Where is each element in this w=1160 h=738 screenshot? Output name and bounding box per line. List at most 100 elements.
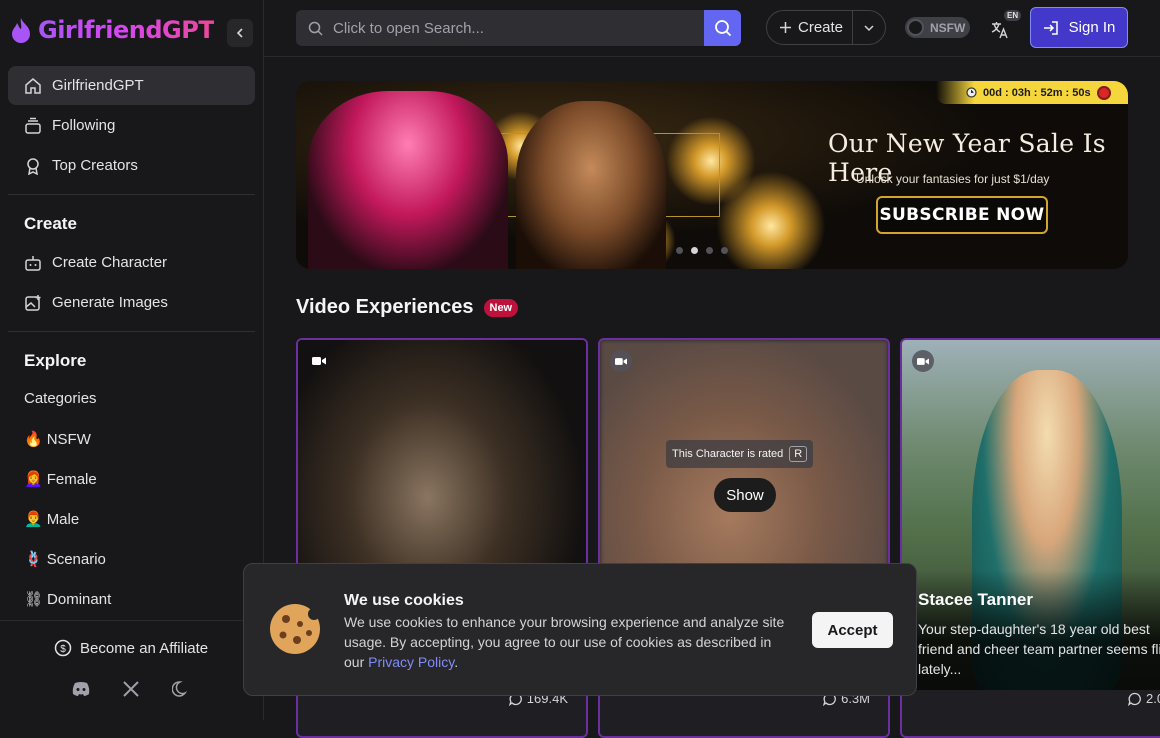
toggle-knob: [907, 19, 924, 36]
content-rating-notice: This Character is rated R: [666, 440, 814, 468]
carousel-dot[interactable]: [691, 247, 698, 254]
create-dropdown[interactable]: [853, 22, 885, 34]
sidebar-item-male[interactable]: 👨‍🦰 Male: [24, 510, 80, 529]
sidebar-item-label: Create Character: [52, 254, 168, 271]
sidebar-item-label: NSFW: [46, 430, 91, 448]
sidebar-item-label: Following: [52, 117, 116, 134]
female-icon: 👩‍🦰: [24, 471, 43, 488]
message-count: 2.0: [1128, 691, 1160, 706]
language-badge: EN: [1004, 10, 1022, 21]
cookie-text: We use cookies to enhance your browsing …: [344, 612, 794, 672]
sidebar-item-label: Male: [46, 510, 80, 528]
show-button[interactable]: Show: [714, 478, 776, 512]
subscribe-now-button[interactable]: SUBSCRIBE NOW: [876, 196, 1048, 234]
video-camera-icon: [912, 350, 934, 372]
sidebar-item-nsfw[interactable]: 🔥 NSFW: [24, 430, 91, 449]
sidebar-item-scenario[interactable]: 🪢 Scenario: [24, 550, 106, 569]
sidebar-item-home[interactable]: GirlfriendGPT: [8, 66, 255, 105]
sidebar-item-categories[interactable]: Categories: [24, 390, 97, 407]
rating-text: This Character is rated: [672, 448, 784, 460]
divider: [8, 331, 255, 332]
sidebar-item-generate-images[interactable]: Generate Images: [8, 283, 255, 322]
character-card[interactable]: Stacee Tanner Your step-daughter's 18 ye…: [900, 338, 1160, 738]
explore-section-title: Explore: [24, 351, 87, 370]
sidebar-item-create-character[interactable]: Create Character: [8, 243, 255, 282]
logo[interactable]: GirlfriendGPT: [10, 16, 215, 44]
video-camera-icon: [308, 350, 330, 372]
chevron-down-icon: [864, 24, 874, 31]
robot-icon: [24, 254, 42, 272]
language-button[interactable]: EN: [990, 10, 1022, 44]
become-affiliate-button[interactable]: $ Become an Affiliate: [54, 639, 208, 657]
section-title: Video Experiences: [296, 296, 474, 318]
flame-icon: [12, 18, 30, 43]
sidebar-item-female[interactable]: 👩‍🦰 Female: [24, 470, 97, 489]
sidebar-item-label: Scenario: [46, 550, 106, 568]
sidebar-item-label: Female: [46, 470, 97, 488]
discord-icon[interactable]: [71, 679, 91, 699]
create-button[interactable]: Create: [766, 10, 886, 45]
search-icon: [308, 21, 323, 36]
fire-icon: 🔥: [24, 431, 43, 448]
login-icon: [1043, 20, 1058, 35]
search-button[interactable]: [704, 10, 741, 46]
sidebar-item-dominant[interactable]: ⛓ Dominant: [24, 590, 112, 609]
create-section-title: Create: [24, 214, 77, 233]
carousel-dot[interactable]: [721, 247, 728, 254]
video-camera-icon: [610, 350, 632, 372]
collapse-sidebar-button[interactable]: [227, 19, 253, 47]
translate-icon: [991, 22, 1008, 39]
privacy-policy-link[interactable]: Privacy Policy: [368, 654, 454, 670]
promo-banner[interactable]: 00d : 03h : 52m : 50s Our New Year Sale …: [296, 81, 1128, 269]
divider: [8, 194, 255, 195]
nsfw-toggle-label: NSFW: [930, 20, 966, 35]
character-name: Stacee Tanner: [918, 590, 1033, 609]
chat-bubble-icon: [1128, 692, 1141, 706]
clock-icon: [966, 87, 977, 98]
sidebar-item-label: Categories: [24, 390, 97, 407]
award-icon: [24, 157, 42, 175]
search-input[interactable]: Click to open Search...: [296, 10, 704, 46]
stack-icon: [24, 117, 42, 135]
dollar-circle-icon: $: [54, 639, 72, 657]
message-count-value: 2.0: [1146, 691, 1160, 706]
home-icon: [24, 77, 42, 95]
sidebar-item-label: Dominant: [47, 590, 112, 608]
chevron-left-icon: [236, 28, 243, 38]
logo-text: GirlfriendGPT: [38, 16, 215, 44]
moon-icon[interactable]: [171, 679, 191, 699]
create-label: Create: [798, 19, 844, 36]
sidebar-item-label: Generate Images: [52, 294, 168, 311]
svg-text:$: $: [60, 644, 66, 655]
sidebar-footer: $ Become an Affiliate: [0, 620, 263, 720]
sidebar-item-label: GirlfriendGPT: [52, 77, 144, 94]
sign-in-button[interactable]: Sign In: [1030, 7, 1128, 48]
sign-in-label: Sign In: [1068, 19, 1116, 36]
knot-icon: 🪢: [24, 551, 43, 568]
x-logo-icon[interactable]: [121, 679, 141, 699]
firework-decoration: [716, 171, 826, 269]
record-dot-icon: [1096, 85, 1111, 100]
countdown-timer: 00d : 03h : 52m : 50s: [936, 81, 1128, 104]
sidebar-item-label: Top Creators: [52, 157, 138, 174]
carousel-dot[interactable]: [706, 247, 713, 254]
sidebar-item-top-creators[interactable]: Top Creators: [8, 146, 255, 185]
sidebar-item-following[interactable]: Following: [8, 106, 255, 145]
nsfw-toggle[interactable]: NSFW: [905, 17, 970, 38]
anime-character-image: [308, 91, 508, 269]
search-icon: [714, 20, 731, 37]
accept-cookies-button[interactable]: Accept: [812, 612, 893, 648]
create-main[interactable]: Create: [767, 11, 853, 44]
character-photo: [516, 101, 666, 269]
carousel-dots: [676, 247, 728, 254]
video-experiences-header: Video Experiences New: [296, 296, 519, 319]
top-bar: Click to open Search... Create NSFW EN S…: [264, 0, 1160, 57]
carousel-dot[interactable]: [676, 247, 683, 254]
countdown-text: 00d : 03h : 52m : 50s: [983, 86, 1091, 99]
new-badge: New: [483, 298, 519, 317]
search-placeholder: Click to open Search...: [333, 19, 484, 37]
character-description: Your step-daughter's 18 year old best fr…: [918, 621, 1160, 677]
banner-subtitle: Unlock your fantasies for just $1/day: [856, 172, 1050, 186]
cookie-title: We use cookies: [344, 592, 464, 609]
cookie-icon: [270, 604, 320, 654]
